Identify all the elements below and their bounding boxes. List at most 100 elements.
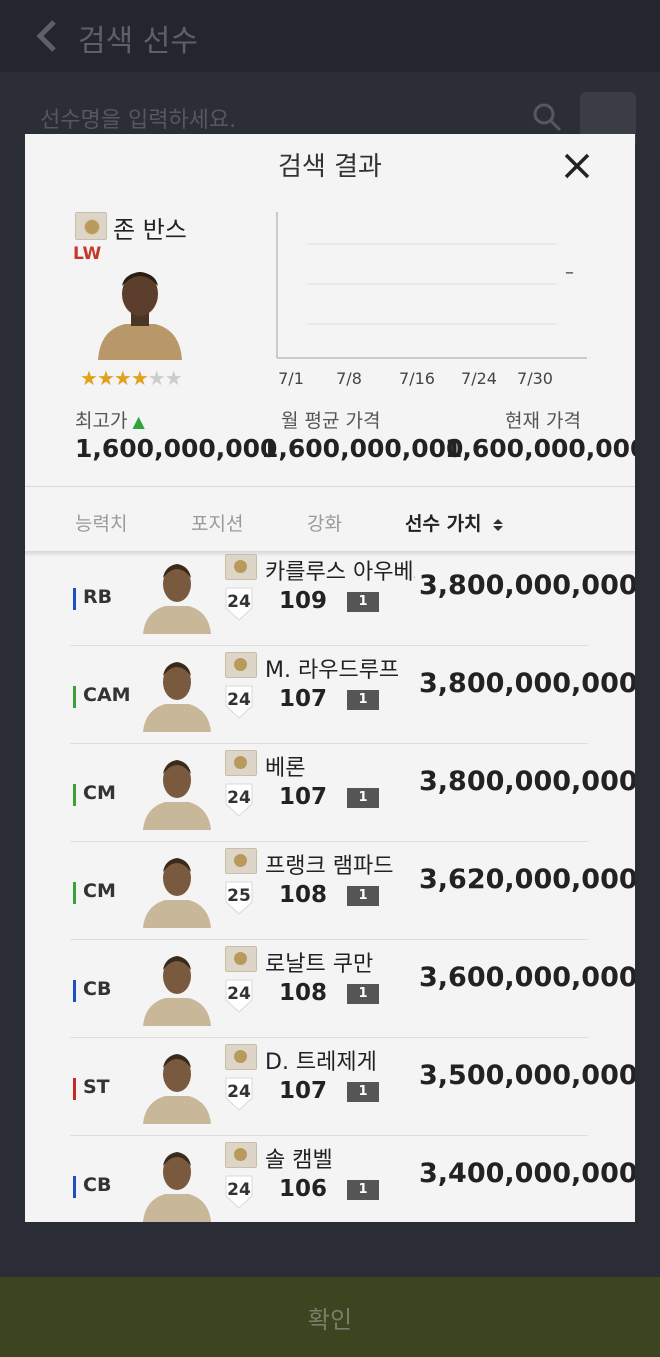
season-shield: 24	[224, 586, 254, 622]
season-shield: 24	[224, 1076, 254, 1112]
row-ovr: 109	[279, 588, 328, 614]
chart-end-label: –	[565, 262, 574, 283]
trend-up-icon: ▲	[127, 412, 145, 431]
player-row[interactable]: ST D. 트레제게 24 107 1 3,500,000,000	[25, 1038, 635, 1136]
season-badge-icon	[75, 212, 107, 240]
stat-value-current: 1,600,000,000	[445, 434, 635, 463]
player-portrait	[143, 564, 211, 634]
row-price: 3,800,000,000	[419, 668, 635, 699]
star-filled-icon: ★	[130, 366, 149, 390]
tab-bar: 능력치 포지션 강화 선수 가치	[25, 487, 635, 551]
close-icon[interactable]	[557, 146, 597, 186]
tab-player-value[interactable]: 선수 가치	[405, 509, 506, 536]
season-shield: 24	[224, 978, 254, 1014]
stat-label-high: 최고가 ▲	[75, 410, 145, 432]
tab-enhance[interactable]: 강화	[307, 509, 342, 536]
row-grade-badge: 1	[347, 592, 379, 612]
row-price: 3,400,000,000	[419, 1158, 635, 1189]
row-position: RB	[83, 586, 113, 608]
player-list: RB 카를루스 아우베르 24 109 1 3,800,000,000 CAM …	[25, 552, 635, 1222]
stat-label-avg: 월 평균 가격	[281, 410, 381, 432]
row-ovr: 107	[279, 686, 328, 712]
back-arrow-icon[interactable]	[30, 18, 66, 54]
season-badge-icon	[225, 1142, 257, 1168]
row-position: ST	[83, 1076, 110, 1098]
position-bar	[73, 980, 76, 1002]
search-icon[interactable]	[530, 100, 564, 134]
position-bar	[73, 882, 76, 904]
player-row[interactable]: CM 프랭크 램파드 25 108 1 3,620,000,000	[25, 842, 635, 940]
season-badge-icon	[225, 750, 257, 776]
row-player-name: M. 라우드루프	[265, 658, 400, 683]
star-rating: ★★★★★★	[80, 366, 183, 390]
player-portrait	[98, 272, 182, 360]
season-badge-icon	[225, 946, 257, 972]
x-tick-label: 7/24	[461, 369, 497, 388]
season-badge-icon	[225, 652, 257, 678]
row-player-name: 솔 캠벨	[265, 1148, 333, 1173]
player-portrait	[143, 1054, 211, 1124]
star-empty-icon: ★	[164, 366, 183, 390]
row-grade-badge: 1	[347, 690, 379, 710]
row-player-name: 프랭크 램파드	[265, 854, 394, 879]
row-position: CM	[83, 880, 116, 902]
position-bar	[73, 784, 76, 806]
star-empty-icon: ★	[147, 366, 166, 390]
row-position: CM	[83, 782, 116, 804]
player-row[interactable]: CAM M. 라우드루프 24 107 1 3,800,000,000	[25, 646, 635, 744]
row-season: 25	[227, 886, 251, 906]
x-tick-label: 7/1	[278, 369, 304, 388]
row-ovr: 107	[279, 784, 328, 810]
row-ovr: 106	[279, 1176, 328, 1202]
search-result-modal: 검색 결과 존 반스 LW ★★★★★★ 7/1 7/8 7/16 7/24 7/30–…	[25, 134, 635, 1222]
x-tick-label: 7/8	[336, 369, 362, 388]
search-input[interactable]: 선수명을 입력하세요.	[40, 102, 236, 134]
player-name: 존 반스	[113, 216, 187, 244]
tab-stats[interactable]: 능력치	[75, 509, 127, 536]
player-row[interactable]: RB 카를루스 아우베르 24 109 1 3,800,000,000	[25, 552, 635, 646]
star-filled-icon: ★	[113, 366, 132, 390]
modal-title: 검색 결과	[278, 152, 382, 182]
row-player-name: D. 트레제게	[265, 1050, 377, 1075]
row-ovr: 108	[279, 980, 328, 1006]
row-grade-badge: 1	[347, 788, 379, 808]
player-row[interactable]: CM 베론 24 107 1 3,800,000,000	[25, 744, 635, 842]
stat-label-current: 현재 가격	[505, 410, 581, 432]
row-ovr: 108	[279, 882, 328, 908]
player-row[interactable]: CB 솔 캠벨 24 106 1 3,400,000,000	[25, 1136, 635, 1222]
row-position: CB	[83, 1174, 112, 1196]
position-bar	[73, 1078, 76, 1100]
player-portrait	[143, 662, 211, 732]
player-portrait	[143, 858, 211, 928]
season-badge-icon	[225, 848, 257, 874]
row-player-name: 베론	[265, 756, 306, 781]
position-bar	[73, 686, 76, 708]
season-shield: 24	[224, 684, 254, 720]
row-position: CAM	[83, 684, 131, 706]
row-player-name: 카를루스 아우베르	[265, 560, 415, 585]
row-season: 24	[227, 1180, 251, 1200]
row-price: 3,800,000,000	[419, 570, 635, 601]
price-chart: 7/1 7/8 7/16 7/24 7/30 –	[276, 212, 587, 388]
player-portrait	[143, 760, 211, 830]
star-filled-icon: ★	[80, 366, 98, 390]
player-row[interactable]: CB 로날트 쿠만 24 108 1 3,600,000,000	[25, 940, 635, 1038]
row-season: 24	[227, 592, 251, 612]
position-bar	[73, 1176, 76, 1198]
x-tick-label: 7/30	[517, 369, 553, 388]
season-badge-icon	[225, 1044, 257, 1070]
season-shield: 25	[224, 880, 254, 916]
x-tick-label: 7/16	[399, 369, 435, 388]
star-filled-icon: ★	[96, 366, 115, 390]
row-season: 24	[227, 788, 251, 808]
row-grade-badge: 1	[347, 1082, 379, 1102]
row-season: 24	[227, 984, 251, 1004]
sort-icon	[493, 518, 504, 531]
tab-position[interactable]: 포지션	[191, 509, 243, 536]
row-grade-badge: 1	[347, 1180, 379, 1200]
row-price: 3,600,000,000	[419, 962, 635, 993]
stat-value-avg: 1,600,000,000	[261, 434, 464, 463]
confirm-button-label: 확인	[307, 1306, 353, 1334]
position-bar	[73, 588, 76, 610]
season-shield: 24	[224, 782, 254, 818]
